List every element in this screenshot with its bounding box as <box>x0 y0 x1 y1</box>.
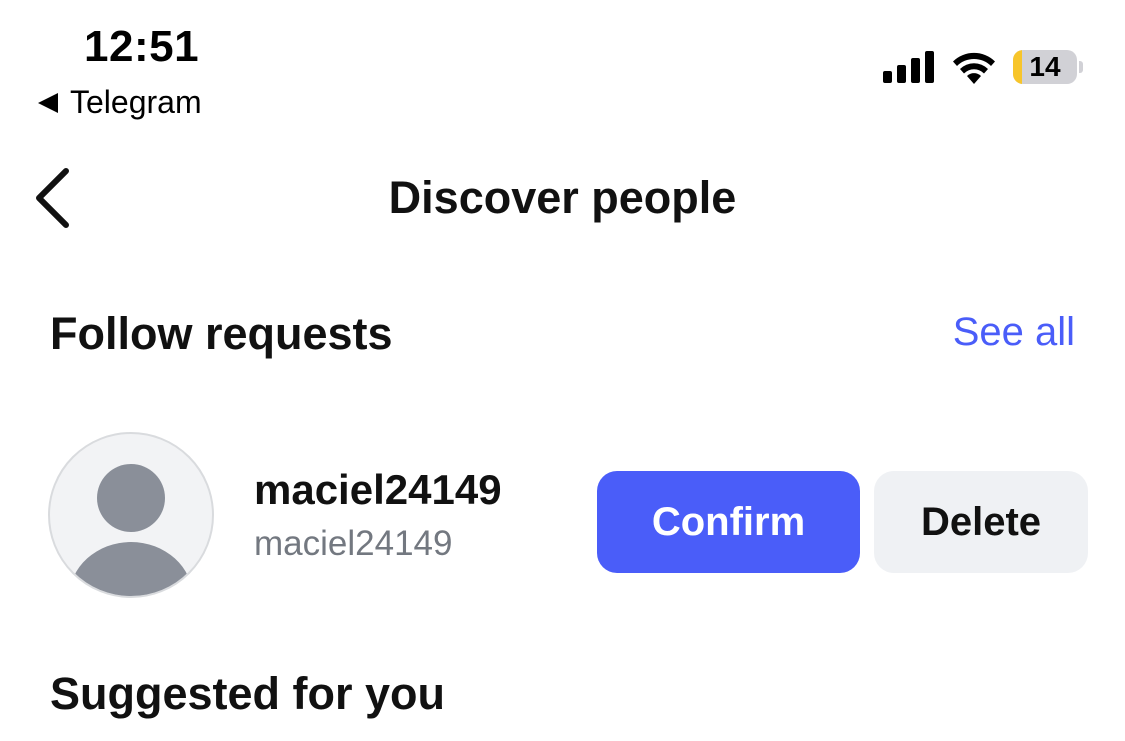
battery-level: 14 <box>1029 51 1061 82</box>
request-username[interactable]: maciel24149 <box>254 466 502 514</box>
request-handle: maciel24149 <box>254 524 453 563</box>
wifi-icon <box>953 52 995 84</box>
back-to-app-link[interactable]: Telegram <box>38 84 202 121</box>
confirm-button[interactable]: Confirm <box>597 471 860 573</box>
battery-cap <box>1079 61 1083 73</box>
suggested-heading: Suggested for you <box>50 668 446 719</box>
battery-icon: 14 <box>1013 50 1077 84</box>
back-app-label: Telegram <box>70 84 202 120</box>
status-indicators: 14 <box>883 50 1083 84</box>
signal-icon <box>883 51 934 83</box>
status-time: 12:51 <box>84 22 200 71</box>
page-title: Discover people <box>388 172 737 223</box>
battery-fill <box>1013 50 1022 84</box>
default-avatar-icon <box>69 464 193 596</box>
avatar[interactable] <box>48 432 214 598</box>
delete-button[interactable]: Delete <box>874 471 1088 573</box>
follow-requests-heading: Follow requests <box>50 308 393 359</box>
back-triangle-icon <box>38 92 58 113</box>
see-all-link[interactable]: See all <box>953 310 1075 355</box>
